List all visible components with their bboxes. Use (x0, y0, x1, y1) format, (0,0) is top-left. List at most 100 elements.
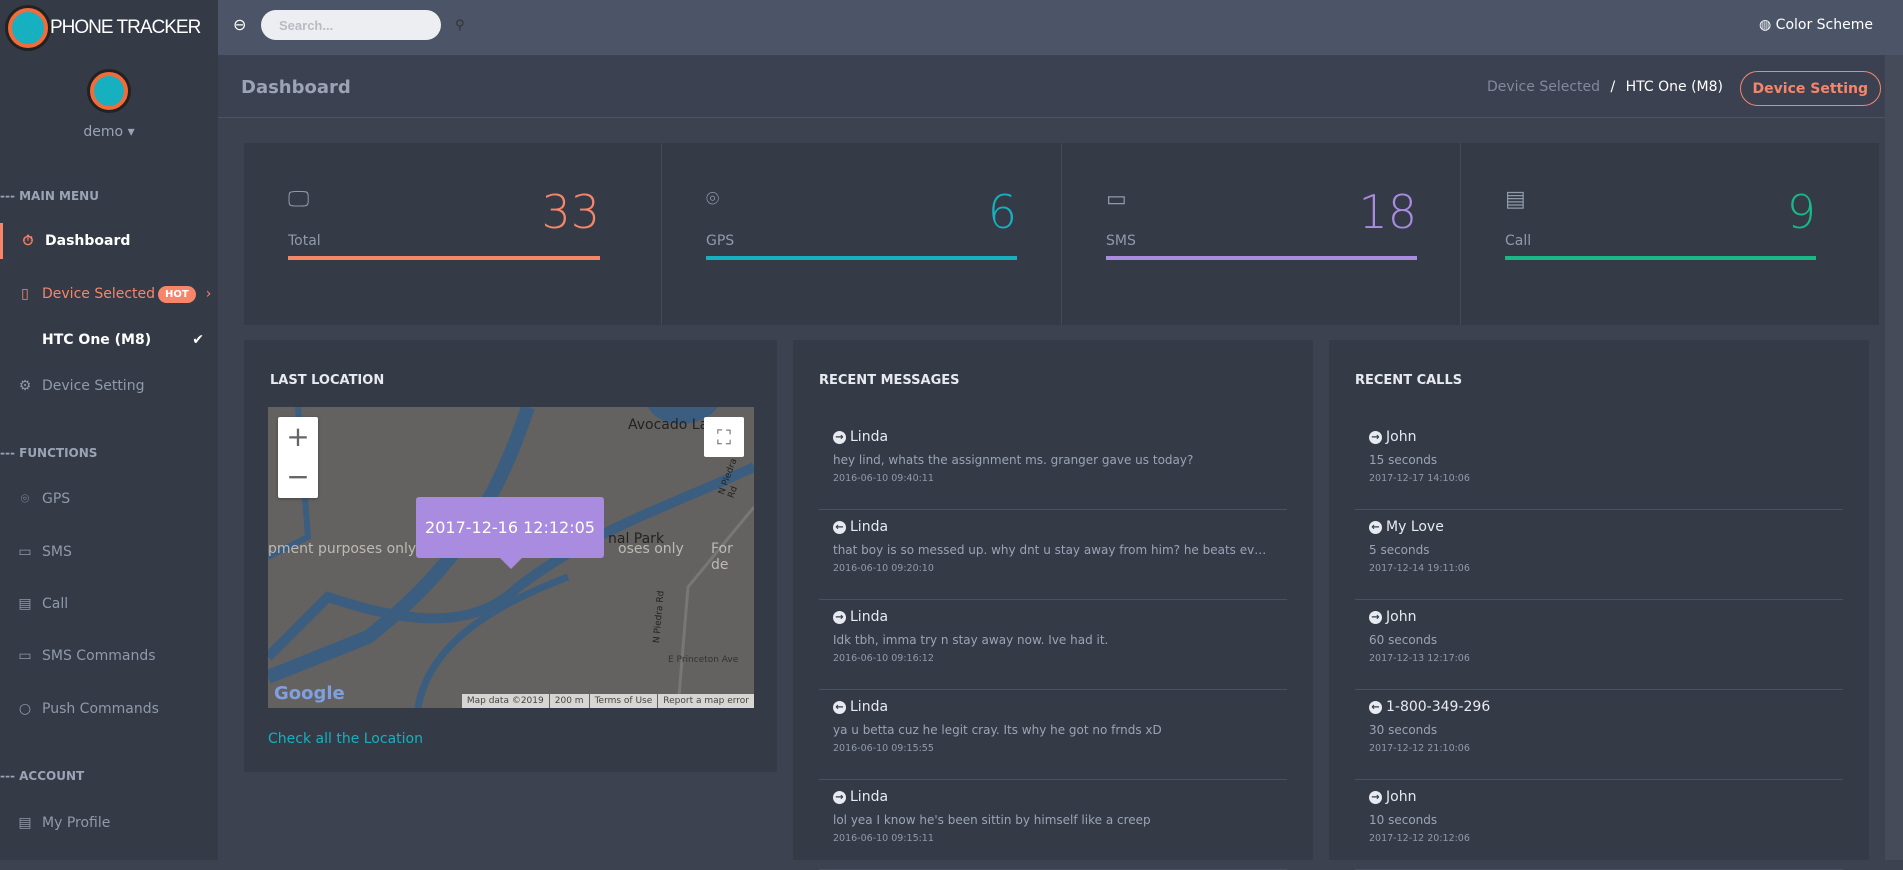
map-pin-icon: ⌾ (20, 491, 30, 507)
sidebar-item-label: My Profile (42, 815, 111, 831)
message-item[interactable]: ← Linda ya u betta cuz he legit cray. Its… (819, 690, 1287, 780)
call-item[interactable]: → John 10 seconds 2017-12-12 20:12:06 (1355, 780, 1843, 870)
map[interactable]: Avocado Lak pment purposes only nal Park… (268, 407, 754, 708)
call-item[interactable]: ← My Love 5 seconds 2017-12-14 19:11:06 (1355, 510, 1843, 600)
call-duration: 5 seconds (1369, 543, 1430, 557)
contact: ← 1-800-349-296 (1369, 699, 1829, 715)
last-location-card: LAST LOCATION Avocado Lak pment purposes… (244, 340, 777, 772)
arrow-right-circle-icon: → (1369, 611, 1382, 624)
sidebar-item-my-profile[interactable]: ▤ My Profile (0, 805, 218, 841)
check-icon: ✔ (192, 332, 204, 348)
sidebar-item-label: Device Selected (42, 286, 156, 302)
chevron-right-icon: › (205, 286, 212, 302)
tablet-icon: ▯ (21, 286, 29, 302)
arrow-right-circle-icon: → (833, 431, 846, 444)
zoom-in-button[interactable]: + (278, 417, 318, 457)
sidebar-item-dashboard[interactable]: ⏱ Dashboard (0, 223, 218, 259)
collapse-sidebar-icon[interactable]: ⊖ (233, 15, 246, 34)
user-menu[interactable]: demo ▾ (0, 124, 218, 140)
search-box: ⚲ (261, 10, 465, 40)
terms-link[interactable]: Terms of Use (589, 694, 658, 708)
device-setting-button[interactable]: Device Setting (1739, 71, 1881, 106)
timestamp: 2017-12-12 20:12:06 (1369, 833, 1470, 844)
message-item[interactable]: → Linda lol yea I know he's been sittin b… (819, 780, 1287, 870)
timestamp: 2016-06-10 09:15:55 (833, 743, 934, 754)
call-duration: 10 seconds (1369, 813, 1438, 827)
contact: → John (1369, 789, 1829, 805)
message-item[interactable]: → Linda Idk tbh, imma try n stay away now… (819, 600, 1287, 690)
top-bar: ⊖ ⚲ ◍ Color Scheme (218, 0, 1903, 55)
call-item[interactable]: → John 60 seconds 2017-12-13 12:17:06 (1355, 600, 1843, 690)
contact-name: Linda (850, 519, 889, 535)
sidebar-item-sms-commands[interactable]: ▭ SMS Commands (0, 638, 218, 674)
map-data-label: Map data ©2019 (461, 694, 549, 708)
search-input[interactable] (279, 17, 455, 33)
timestamp: 2016-06-10 09:15:11 (833, 833, 934, 844)
color-scheme-button[interactable]: ◍ Color Scheme (1759, 17, 1873, 33)
map-zoom-control: + − (278, 417, 318, 498)
app-logo[interactable]: PHONE TRACKER (0, 0, 201, 55)
breadcrumb-parent[interactable]: Device Selected (1487, 79, 1600, 95)
sidebar-item-gps[interactable]: ⌾ GPS (0, 481, 218, 517)
sidebar-item-push-commands[interactable]: ○ Push Commands (0, 691, 218, 727)
scrollbar[interactable] (1885, 55, 1903, 860)
timestamp: 2016-06-10 09:20:10 (833, 563, 934, 574)
contact-name: John (1386, 429, 1417, 445)
page-header: Dashboard Device Selected / HTC One (M8)… (218, 55, 1903, 118)
stat-value: 6 (987, 185, 1017, 239)
check-all-locations-link[interactable]: Check all the Location (268, 731, 423, 747)
stat-value: 9 (1786, 185, 1816, 239)
sidebar-item-label: HTC One (M8) (42, 332, 152, 348)
contact-name: Linda (850, 429, 889, 445)
sidebar-item-sms[interactable]: ▭ SMS (0, 534, 218, 570)
sidebar-item-label: Dashboard (45, 233, 131, 249)
sidebar-item-device-setting[interactable]: ⚙ Device Setting (0, 368, 218, 404)
breadcrumb-current: HTC One (M8) (1625, 79, 1723, 95)
map-label: pment purposes only (268, 541, 417, 557)
stat-total: 🖵 Total 33 (244, 143, 644, 325)
stat-sms: ▭ SMS 18 (1061, 143, 1461, 325)
map-scale[interactable]: 200 m (549, 694, 589, 708)
chat-icon: ▭ (1106, 187, 1127, 212)
section-main-menu: --- MAIN MENU (0, 189, 99, 203)
sidebar-item-label: Push Commands (42, 701, 159, 717)
zoom-out-button[interactable]: − (278, 457, 318, 497)
eye-logo-icon (8, 7, 48, 48)
stats-card: 🖵 Total 33 ⌾ GPS 6 ▭ SMS 18 ▤ Call 9 (244, 143, 1879, 325)
map-attribution: Map data ©2019 200 m Terms of Use Report… (461, 694, 754, 708)
calls-list: → John 15 seconds 2017-12-17 14:10:06 ← My … (1355, 420, 1843, 870)
timestamp: 2016-06-10 09:40:11 (833, 473, 934, 484)
sidebar-item-device-selected[interactable]: ▯ Device Selected HOT › (0, 276, 218, 312)
messages-list: → Linda hey lind, whats the assignment ms… (819, 420, 1287, 870)
search-icon[interactable]: ⚲ (455, 18, 465, 33)
refresh-icon: ○ (18, 701, 32, 717)
breadcrumb-separator: / (1610, 79, 1616, 95)
card-title: RECENT MESSAGES (819, 373, 960, 388)
id-card-icon: ▤ (18, 815, 32, 831)
contact: → Linda (833, 789, 1273, 805)
sidebar-item-htc-one[interactable]: HTC One (M8) ✔ (0, 322, 218, 358)
report-error-link[interactable]: Report a map error (658, 694, 754, 708)
document-icon: ▤ (1505, 187, 1526, 212)
message-item[interactable]: ← Linda that boy is so messed up. why dnt… (819, 510, 1287, 600)
contact-name: 1-800-349-296 (1386, 699, 1491, 715)
contact: → Linda (833, 429, 1273, 445)
stat-label: SMS (1106, 233, 1136, 249)
message-item[interactable]: → Linda hey lind, whats the assignment ms… (819, 420, 1287, 510)
call-item[interactable]: ← 1-800-349-296 30 seconds 2017-12-12 21:… (1355, 690, 1843, 780)
google-logo: Google (274, 683, 345, 704)
call-item[interactable]: → John 15 seconds 2017-12-17 14:10:06 (1355, 420, 1843, 510)
sidebar-item-call[interactable]: ▤ Call (0, 586, 218, 622)
fullscreen-button[interactable]: ⛶ (704, 417, 744, 457)
gear-icon: ⚙ (18, 378, 32, 394)
monitor-icon: 🖵 (288, 187, 310, 212)
contact-name: Linda (850, 789, 889, 805)
chat-icon: ▭ (18, 544, 32, 560)
timestamp: 2016-06-10 09:16:12 (833, 653, 934, 664)
color-scheme-label: Color Scheme (1775, 17, 1873, 33)
stat-bar (288, 256, 600, 260)
card-title: RECENT CALLS (1355, 373, 1463, 388)
contact: → John (1369, 429, 1829, 445)
call-duration: 30 seconds (1369, 723, 1438, 737)
sidebar-item-label: SMS (42, 544, 72, 560)
